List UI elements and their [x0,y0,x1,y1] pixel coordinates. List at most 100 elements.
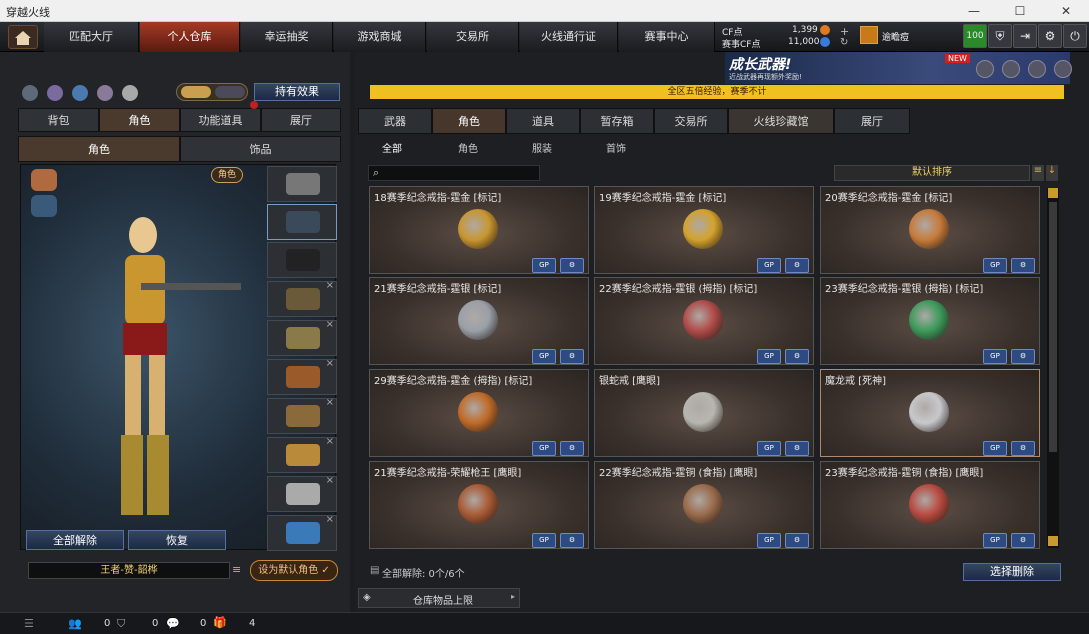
right-tab-showroom[interactable]: 展厅 [834,108,910,134]
item-card[interactable]: 21赛季纪念戒指-霆银 [标记] GP ⚙ [369,277,589,365]
nav-tab-battlepass[interactable]: 火线通行证 [520,22,618,52]
item-card[interactable]: 银蛇戒 [鹰眼] GP ⚙ [594,369,814,457]
slot-ammo[interactable]: × [267,397,337,434]
unequip-all-button[interactable]: 全部解除 [26,530,124,550]
nav-tab-lottery[interactable]: 幸运抽奖 [241,22,333,52]
sub-tab-accessory[interactable]: 饰品 [180,136,341,162]
menu-icon[interactable]: ☰ [24,617,34,630]
nav-tab-shop[interactable]: 游戏商城 [334,22,426,52]
right-tab-exchange[interactable]: 交易所 [654,108,728,134]
chat-icon[interactable]: 💬 [166,617,180,630]
settings-icon[interactable]: ⚙ [560,533,584,548]
slot-vest[interactable]: × [267,319,337,356]
badge-icon-4[interactable] [1054,60,1072,78]
user-icon[interactable] [97,85,113,101]
settings-icon[interactable]: ⚙ [560,349,584,364]
home-icon[interactable] [8,25,38,49]
maximize-button[interactable]: ☐ [997,0,1043,22]
nav-tab-match-hall[interactable]: 匹配大厅 [44,22,139,52]
mouse-icon[interactable] [122,85,138,101]
slot-bracelet[interactable]: × [267,514,337,551]
remove-icon[interactable]: × [326,397,334,408]
settings-icon[interactable]: ⚙ [785,441,809,456]
sub-tab-role[interactable]: 角色 [18,136,180,162]
preset-name-field[interactable]: 王者-赞-韶桦 [28,562,230,579]
scrollbar[interactable] [1047,188,1059,548]
rotate-icon[interactable] [72,85,88,101]
gp-sell-icon[interactable]: GP [757,349,781,364]
left-tab-bag[interactable]: 背包 [18,108,99,132]
item-card[interactable]: 23赛季纪念戒指-霆铜 (食指) [鹰眼] GP ⚙ [820,461,1040,549]
settings-icon[interactable]: ⚙ [785,533,809,548]
sort-select[interactable]: 默认排序 [834,165,1030,181]
settings-icon[interactable]: ⚙ [1011,533,1035,548]
settings-icon[interactable]: ⚙ [1011,441,1035,456]
nav-tab-exchange[interactable]: 交易所 [427,22,519,52]
item-card[interactable]: 18赛季纪念戒指-霆金 [标记] GP ⚙ [369,186,589,274]
remove-icon[interactable]: × [326,319,334,330]
left-tab-showroom[interactable]: 展厅 [261,108,341,132]
gp-sell-icon[interactable]: GP [757,441,781,456]
infinity-badge-icon[interactable] [31,195,57,217]
clan-icon[interactable]: ⛉ [117,617,125,631]
settings-icon[interactable]: ⚙ [1011,258,1035,273]
gp-sell-icon[interactable]: GP [532,441,556,456]
list-icon[interactable]: ≡ [232,563,244,577]
right-tab-weapons[interactable]: 武器 [358,108,432,134]
gp-sell-icon[interactable]: GP [983,258,1007,273]
minimize-button[interactable]: — [951,0,997,22]
storage-limit-button[interactable]: ◈ 仓库物品上限 ▸ [358,588,520,608]
item-card[interactable]: 21赛季纪念戒指-荣耀枪王 [鹰眼] GP ⚙ [369,461,589,549]
scroll-up-icon[interactable] [1048,188,1058,198]
refresh-icon[interactable]: ↻ [840,37,848,48]
remove-icon[interactable]: × [326,475,334,486]
filter-clothing[interactable]: 服装 [532,140,552,156]
gp-sell-icon[interactable]: GP [532,258,556,273]
gp-sell-icon[interactable]: GP [757,533,781,548]
scroll-thumb[interactable] [1049,202,1057,452]
sort-direction-icon[interactable]: ↓ [1046,165,1058,181]
slot-ring-gold[interactable]: × [267,436,337,473]
item-card[interactable]: 29赛季纪念戒指-霆金 (拇指) [标记] GP ⚙ [369,369,589,457]
left-tab-role[interactable]: 角色 [99,108,180,132]
gp-sell-icon[interactable]: GP [983,349,1007,364]
off-toggle-icon[interactable] [22,85,38,101]
badge-icon-1[interactable] [976,60,994,78]
restore-button[interactable]: 恢复 [128,530,226,550]
item-card[interactable]: 22赛季纪念戒指-霆铜 (食指) [鹰眼] GP ⚙ [594,461,814,549]
slot-radio[interactable]: × [267,280,337,317]
gp-sell-icon[interactable]: GP [532,533,556,548]
gift-icon[interactable]: 🎁 [213,616,227,629]
trophy-view-icon[interactable] [215,86,245,98]
settings-icon[interactable]: ⚙ [560,258,584,273]
item-card[interactable]: 23赛季纪念戒指-霆银 (拇指) [标记] GP ⚙ [820,277,1040,365]
effect-button[interactable]: 持有效果 [254,83,340,101]
right-tab-roles[interactable]: 角色 [432,108,506,134]
remove-icon[interactable]: × [326,436,334,447]
chart-icon[interactable] [47,85,63,101]
power-icon[interactable]: ⏻ [1063,24,1087,48]
remove-icon[interactable]: × [326,358,334,369]
settings-icon[interactable]: ⚙ [785,349,809,364]
slot-role[interactable] [267,204,337,240]
filter-jewelry[interactable]: 首饰 [606,140,626,156]
item-card[interactable]: 魔龙戒 [死神] GP ⚙ [820,369,1040,457]
close-button[interactable]: ✕ [1043,0,1089,22]
gear-icon[interactable]: ⚙ [1038,24,1062,48]
wing-badge-icon[interactable] [31,169,57,191]
left-tab-function-items[interactable]: 功能道具 [180,108,261,132]
list-view-icon[interactable]: ≡ [1032,165,1044,181]
gp-sell-icon[interactable]: GP [532,349,556,364]
search-input[interactable]: ⌕ [368,165,540,181]
gp-sell-icon[interactable]: GP [983,533,1007,548]
filter-all[interactable]: 全部 [382,140,402,156]
role-view-icon[interactable] [181,86,211,98]
item-card[interactable]: 20赛季纪念戒指-霆金 [标记] GP ⚙ [820,186,1040,274]
remove-icon[interactable]: × [326,280,334,291]
item-card[interactable]: 19赛季纪念戒指-霆金 [标记] GP ⚙ [594,186,814,274]
settings-icon[interactable]: ⚙ [785,258,809,273]
slot-ring-silver[interactable]: × [267,475,337,512]
gp-sell-icon[interactable]: GP [983,441,1007,456]
filter-role[interactable]: 角色 [458,140,478,156]
scroll-down-icon[interactable] [1048,536,1058,546]
